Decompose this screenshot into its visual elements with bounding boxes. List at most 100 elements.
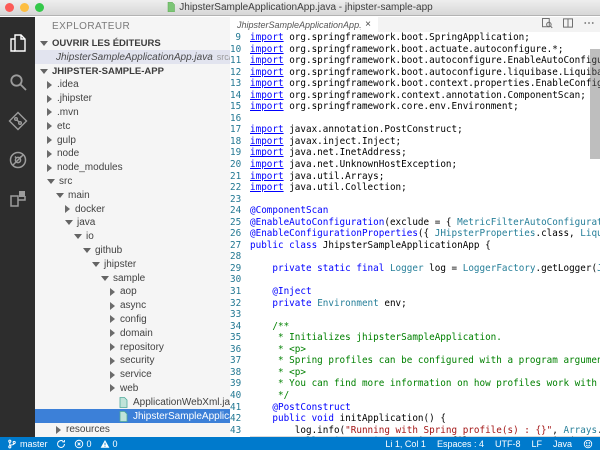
code-line-10[interactable]: 10import org.springframework.boot.actuat…	[230, 44, 600, 56]
tree-folder--idea[interactable]: .idea	[35, 78, 230, 92]
code-line-17[interactable]: 17import javax.annotation.PostConstruct;	[230, 124, 600, 136]
activity-source-control-button[interactable]	[0, 104, 35, 143]
code-line-12[interactable]: 12import org.springframework.boot.autoco…	[230, 67, 600, 79]
code-line-text: * <p>	[250, 367, 600, 379]
language-mode[interactable]: Java	[553, 439, 572, 449]
code-line-19[interactable]: 19import java.net.InetAddress;	[230, 147, 600, 159]
close-icon[interactable]: ×	[365, 19, 371, 30]
activity-extensions-button[interactable]	[0, 182, 35, 221]
line-number: 24	[230, 205, 250, 217]
git-branch-indicator[interactable]: master	[7, 439, 48, 449]
explorer-icon	[8, 33, 28, 58]
code-line-31[interactable]: 31 @Inject	[230, 286, 600, 298]
tree-folder-web[interactable]: web	[35, 382, 230, 396]
error-count[interactable]: 0	[74, 439, 92, 449]
tree-folder-aop[interactable]: aop	[35, 285, 230, 299]
code-line-40[interactable]: 40 */	[230, 390, 600, 402]
tree-item-label: config	[120, 314, 147, 325]
tree-folder-docker[interactable]: docker	[35, 202, 230, 216]
tree-folder--mvn[interactable]: .mvn	[35, 106, 230, 120]
code-line-26[interactable]: 26@EnableConfigurationProperties({ JHips…	[230, 228, 600, 240]
tree-folder-service[interactable]: service	[35, 368, 230, 382]
tree-folder-domain[interactable]: domain	[35, 326, 230, 340]
code-line-20[interactable]: 20import java.net.UnknownHostException;	[230, 159, 600, 171]
activity-debug-button[interactable]	[0, 143, 35, 182]
window-title: JhipsterSampleApplicationApp.java - jhip…	[0, 2, 600, 13]
cursor-position[interactable]: Li 1, Col 1	[385, 439, 426, 449]
editor-actions	[541, 17, 595, 32]
code-line-41[interactable]: 41 @PostConstruct	[230, 402, 600, 414]
code-line-18[interactable]: 18import javax.inject.Inject;	[230, 136, 600, 148]
project-header[interactable]: JHIPSTER-SAMPLE-APP	[35, 64, 230, 78]
tree-folder-jhipster[interactable]: jhipster	[35, 257, 230, 271]
code-line-35[interactable]: 35 * Initializes jhipsterSampleApplicati…	[230, 332, 600, 344]
tree-folder-src[interactable]: src	[35, 175, 230, 189]
editor-scrollbar[interactable]	[590, 49, 600, 159]
code-line-15[interactable]: 15import org.springframework.core.env.En…	[230, 101, 600, 113]
line-number: 34	[230, 321, 250, 333]
tree-folder-node-modules[interactable]: node_modules	[35, 161, 230, 175]
open-editor-item[interactable]: JhipsterSampleApplicationApp.java src/m.…	[35, 50, 230, 64]
tree-folder-node[interactable]: node	[35, 147, 230, 161]
code-line-32[interactable]: 32 private Environment env;	[230, 298, 600, 310]
tree-folder-async[interactable]: async	[35, 299, 230, 313]
code-line-36[interactable]: 36 * <p>	[230, 344, 600, 356]
code-line-text: @EnableConfigurationProperties({ JHipste…	[250, 228, 600, 240]
code-line-29[interactable]: 29 private static final Logger log = Log…	[230, 263, 600, 275]
tree-folder-repository[interactable]: repository	[35, 340, 230, 354]
code-line-23[interactable]: 23	[230, 194, 600, 206]
code-line-9[interactable]: 9import org.springframework.boot.SpringA…	[230, 32, 600, 44]
code-line-14[interactable]: 14import org.springframework.context.ann…	[230, 90, 600, 102]
tree-file-jhipstersampleapplicationapp-java[interactable]: JhipsterSampleApplicationApp.java	[35, 409, 230, 423]
encoding-setting[interactable]: UTF-8	[495, 439, 521, 449]
code-line-39[interactable]: 39 * You can find more information on ho…	[230, 378, 600, 390]
sync-button[interactable]	[56, 439, 66, 449]
line-number: 17	[230, 124, 250, 136]
code-line-43[interactable]: 43 log.info("Running with Spring profile…	[230, 425, 600, 437]
tree-folder-security[interactable]: security	[35, 354, 230, 368]
chevron-right-icon	[110, 384, 115, 392]
tree-folder--jhipster[interactable]: .jhipster	[35, 92, 230, 106]
code-line-38[interactable]: 38 * <p>	[230, 367, 600, 379]
line-number: 40	[230, 390, 250, 402]
tree-folder-github[interactable]: github	[35, 244, 230, 258]
tree-folder-sample[interactable]: sample	[35, 271, 230, 285]
line-number: 37	[230, 355, 250, 367]
tree-item-label: security	[120, 355, 154, 366]
code-line-text	[250, 274, 600, 286]
code-line-24[interactable]: 24@ComponentScan	[230, 205, 600, 217]
code-line-13[interactable]: 13import org.springframework.boot.contex…	[230, 78, 600, 90]
code-line-16[interactable]: 16	[230, 113, 600, 125]
code-line-30[interactable]: 30	[230, 274, 600, 286]
code-line-42[interactable]: 42 public void initApplication() {	[230, 413, 600, 425]
code-line-34[interactable]: 34 /**	[230, 321, 600, 333]
git-branch-icon	[7, 439, 17, 449]
tree-file-applicationwebxml-java[interactable]: ApplicationWebXml.java	[35, 395, 230, 409]
tree-folder-io[interactable]: io	[35, 230, 230, 244]
tree-folder-gulp[interactable]: gulp	[35, 133, 230, 147]
activity-search-button[interactable]	[0, 65, 35, 104]
code-line-33[interactable]: 33	[230, 309, 600, 321]
warning-count[interactable]: 0	[100, 439, 118, 449]
code-line-22[interactable]: 22import java.util.Collection;	[230, 182, 600, 194]
code-line-text	[250, 113, 600, 125]
open-editors-header[interactable]: OUVRIR LES ÉDITEURS	[35, 36, 230, 50]
feedback-smiley-button[interactable]	[583, 439, 593, 449]
code-line-37[interactable]: 37 * Spring profiles can be configured w…	[230, 355, 600, 367]
code-editor[interactable]: 9import org.springframework.boot.SpringA…	[230, 32, 600, 437]
code-line-28[interactable]: 28	[230, 251, 600, 263]
code-line-25[interactable]: 25@EnableAutoConfiguration(exclude = { M…	[230, 217, 600, 229]
code-line-27[interactable]: 27public class JhipsterSampleApplication…	[230, 240, 600, 252]
tree-folder-config[interactable]: config	[35, 313, 230, 327]
code-line-11[interactable]: 11import org.springframework.boot.autoco…	[230, 55, 600, 67]
tab-jhipstersampleapplicationapp[interactable]: JhipsterSampleApplicationApp.java ×	[230, 17, 378, 32]
activity-explorer-button[interactable]	[0, 26, 35, 65]
tree-item-label: .idea	[57, 79, 79, 90]
tree-folder-main[interactable]: main	[35, 188, 230, 202]
tree-folder-resources[interactable]: resources	[35, 423, 230, 437]
indentation-setting[interactable]: Espaces : 4	[437, 439, 484, 449]
eol-setting[interactable]: LF	[531, 439, 542, 449]
tree-folder-java[interactable]: java	[35, 216, 230, 230]
tree-folder-etc[interactable]: etc	[35, 119, 230, 133]
code-line-21[interactable]: 21import java.util.Arrays;	[230, 171, 600, 183]
